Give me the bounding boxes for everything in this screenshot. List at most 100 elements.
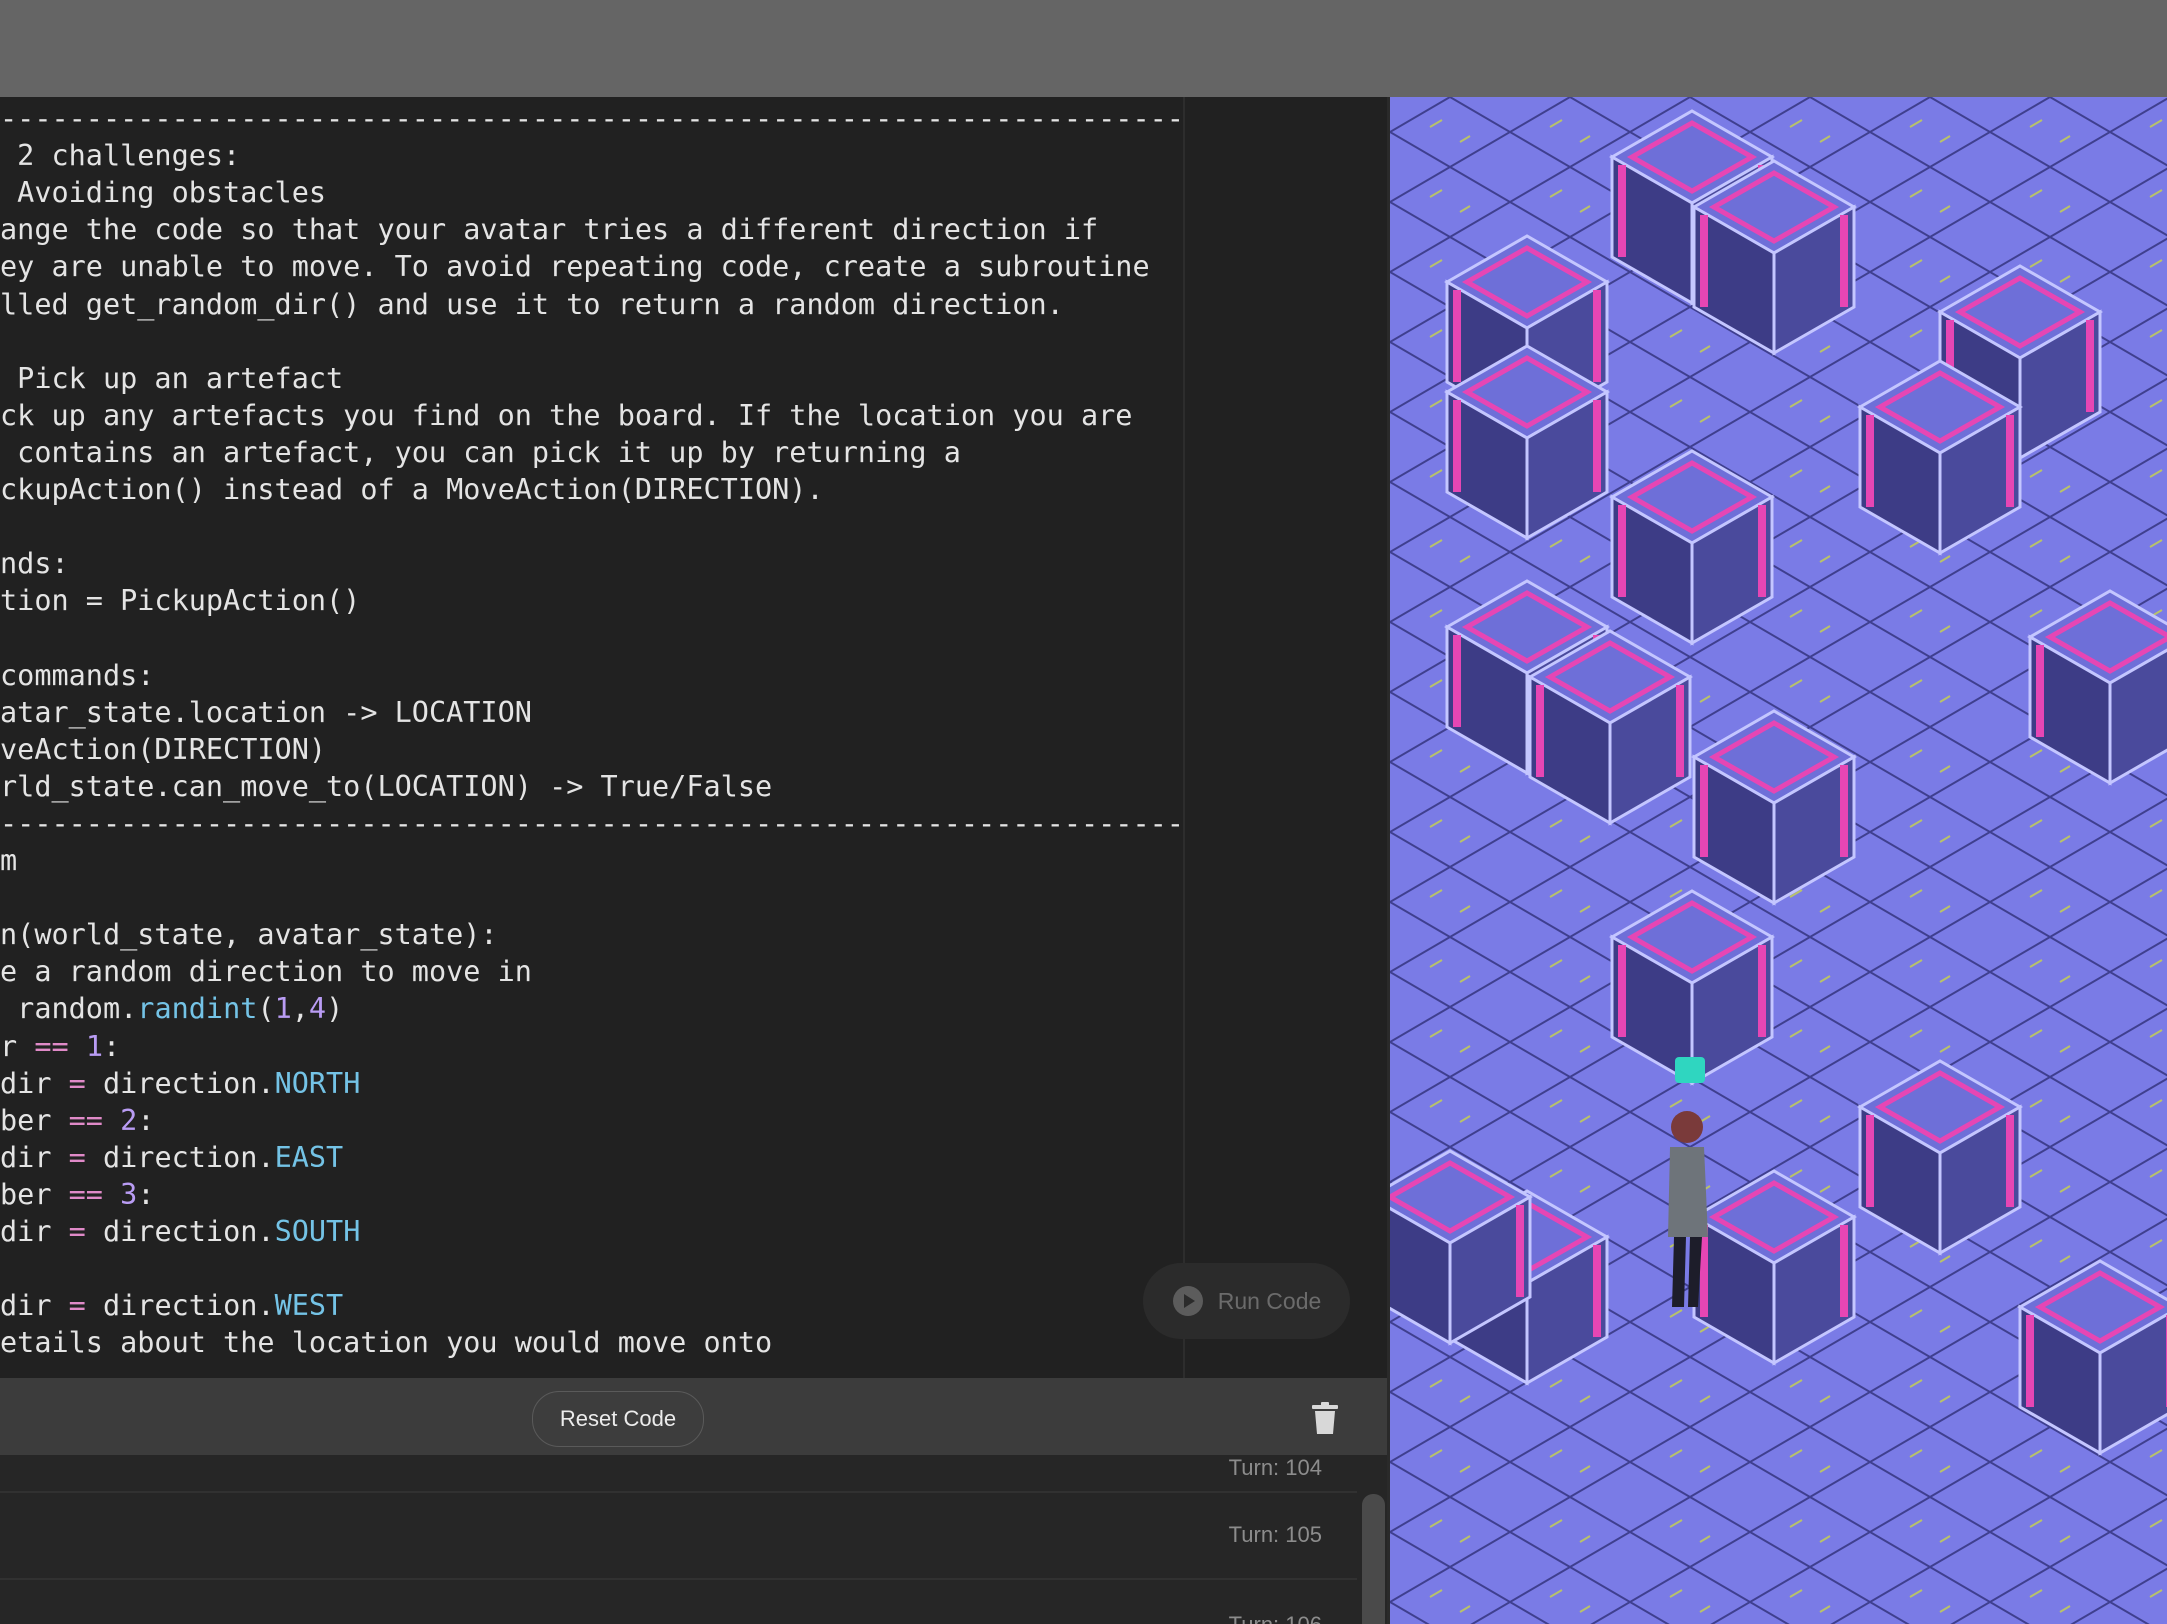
code-line[interactable]: lled get_random_dir() and use it to retu… [0,286,1064,323]
code-token: direction. [85,1066,275,1100]
editor-margin-line [1183,97,1185,1378]
code-line[interactable]: e a random direction to move in [0,953,532,990]
code-token: ) [326,992,344,1026]
code-token: dir [0,1140,69,1174]
code-token: 1 [85,1029,103,1063]
code-line[interactable]: ----------------------------------------… [0,805,1183,842]
code-token: = [68,1215,86,1248]
code-token: == [68,1103,103,1137]
code-token: m [0,844,18,877]
code-token: SOUTH [274,1215,361,1248]
code-line[interactable]: ----------------------------------------… [0,100,1183,137]
console-row: Turn: 104 [0,1455,1357,1493]
code-token: ber [0,1103,69,1137]
code-line[interactable]: veAction(DIRECTION) [0,731,326,768]
code-token: = [68,1140,86,1174]
code-line[interactable]: commands: [0,657,154,694]
turn-label: Turn: 106 [1229,1612,1322,1624]
code-line[interactable]: dir = direction.NORTH [0,1065,360,1102]
code-line[interactable]: r == 1: [0,1028,120,1065]
code-line[interactable]: Avoiding obstacles [0,174,326,211]
turn-label: Turn: 104 [1228,1455,1322,1480]
code-line[interactable]: ber == 2: [0,1102,154,1139]
code-token: : [103,1029,121,1063]
code-token: 3 [120,1177,138,1211]
code-token: direction. [85,1215,275,1248]
trash-icon[interactable] [1312,1402,1338,1434]
code-token: r [0,1029,35,1063]
code-token: direction. [85,1289,275,1323]
code-line[interactable]: dir = direction.WEST [0,1287,343,1324]
code-line[interactable]: Pick up an artefact [0,360,343,397]
code-token: etails about the location you would move… [0,1326,773,1360]
console-row: Turn: 105 [0,1492,1357,1580]
code-token: : [137,1177,155,1211]
code-line[interactable]: random.randint(1,4) [0,990,343,1027]
game-view[interactable] [1390,97,2167,1624]
code-line[interactable]: rld_state.can_move_to(LOCATION) -> True/… [0,768,772,805]
code-token: Avoiding obstacles [0,176,327,210]
code-line[interactable]: nds: [0,545,69,582]
code-line[interactable]: dir = direction.EAST [0,1139,343,1176]
code-token: == [34,1029,69,1063]
run-code-button[interactable]: Run Code [1143,1263,1350,1339]
console-scrollbar[interactable] [1362,1494,1385,1624]
code-token: NORTH [274,1066,361,1100]
top-bar [0,0,2167,97]
code-token: = [68,1066,86,1100]
code-token: == [68,1177,103,1211]
code-token: commands: [0,658,155,692]
code-token: e a random direction to move in [0,955,532,989]
code-token: EAST [274,1140,344,1174]
code-line[interactable]: contains an artefact, you can pick it up… [0,434,961,471]
code-token: veAction(DIRECTION) [0,732,327,766]
code-line[interactable]: etails about the location you would move… [0,1324,772,1361]
code-lines[interactable]: ----------------------------------------… [0,97,1183,1378]
code-token: lled get_random_dir() and use it to retu… [0,287,1064,321]
code-token: random. [0,992,138,1026]
turn-label: Turn: 105 [1228,1522,1322,1547]
code-line[interactable]: ckupAction() instead of a MoveAction(DIR… [0,471,824,508]
code-token: ber [0,1177,69,1211]
console-log[interactable]: Turn: 104 Turn: 105 Turn: 106 [0,1455,1387,1624]
code-line[interactable]: dir = direction.SOUTH [0,1213,360,1250]
code-token: WEST [274,1289,344,1323]
code-token: ck up any artefacts you find on the boar… [0,398,1133,432]
console-row: Turn: 106 [0,1579,1357,1624]
code-token: ange the code so that your avatar tries … [0,213,1099,247]
code-line[interactable]: atar_state.location -> LOCATION [0,694,532,731]
code-line[interactable]: m [0,842,17,879]
code-token: rld_state.can_move_to(LOCATION) -> True/… [0,769,773,803]
code-token: Pick up an artefact [0,361,344,395]
code-token: randint [137,992,258,1026]
code-line[interactable]: 2 challenges: [0,137,240,174]
code-editor[interactable]: ----------------------------------------… [0,97,1387,1378]
code-line[interactable]: ey are unable to move. To avoid repeatin… [0,248,1150,285]
code-line[interactable]: ber == 3: [0,1176,154,1213]
code-token: ckupAction() instead of a MoveAction(DIR… [0,473,824,506]
code-token: tion = PickupAction() [0,584,361,618]
code-token: 2 challenges: [0,139,241,173]
code-token: n(world_state, avatar_state): [0,918,498,952]
code-token: dir [0,1066,69,1100]
code-line[interactable]: ck up any artefacts you find on the boar… [0,397,1132,434]
code-token: direction. [85,1140,275,1174]
code-token: nds: [0,547,69,581]
reset-code-button[interactable]: Reset Code [532,1391,704,1447]
editor-toolbar: Reset Code [0,1378,1387,1455]
code-token: dir [0,1215,69,1248]
code-token: 1 [274,992,292,1026]
code-token: 2 [120,1103,138,1137]
game-board [1390,97,2167,1624]
code-line[interactable]: ange the code so that your avatar tries … [0,211,1098,248]
code-token: atar_state.location -> LOCATION [0,695,532,729]
code-token: ( [257,992,275,1026]
code-line[interactable]: tion = PickupAction() [0,582,360,619]
code-token: ----------------------------------------… [0,806,1183,840]
code-line[interactable]: n(world_state, avatar_state): [0,916,498,953]
code-token: contains an artefact, you can pick it up… [0,435,961,469]
code-token: : [137,1103,155,1137]
